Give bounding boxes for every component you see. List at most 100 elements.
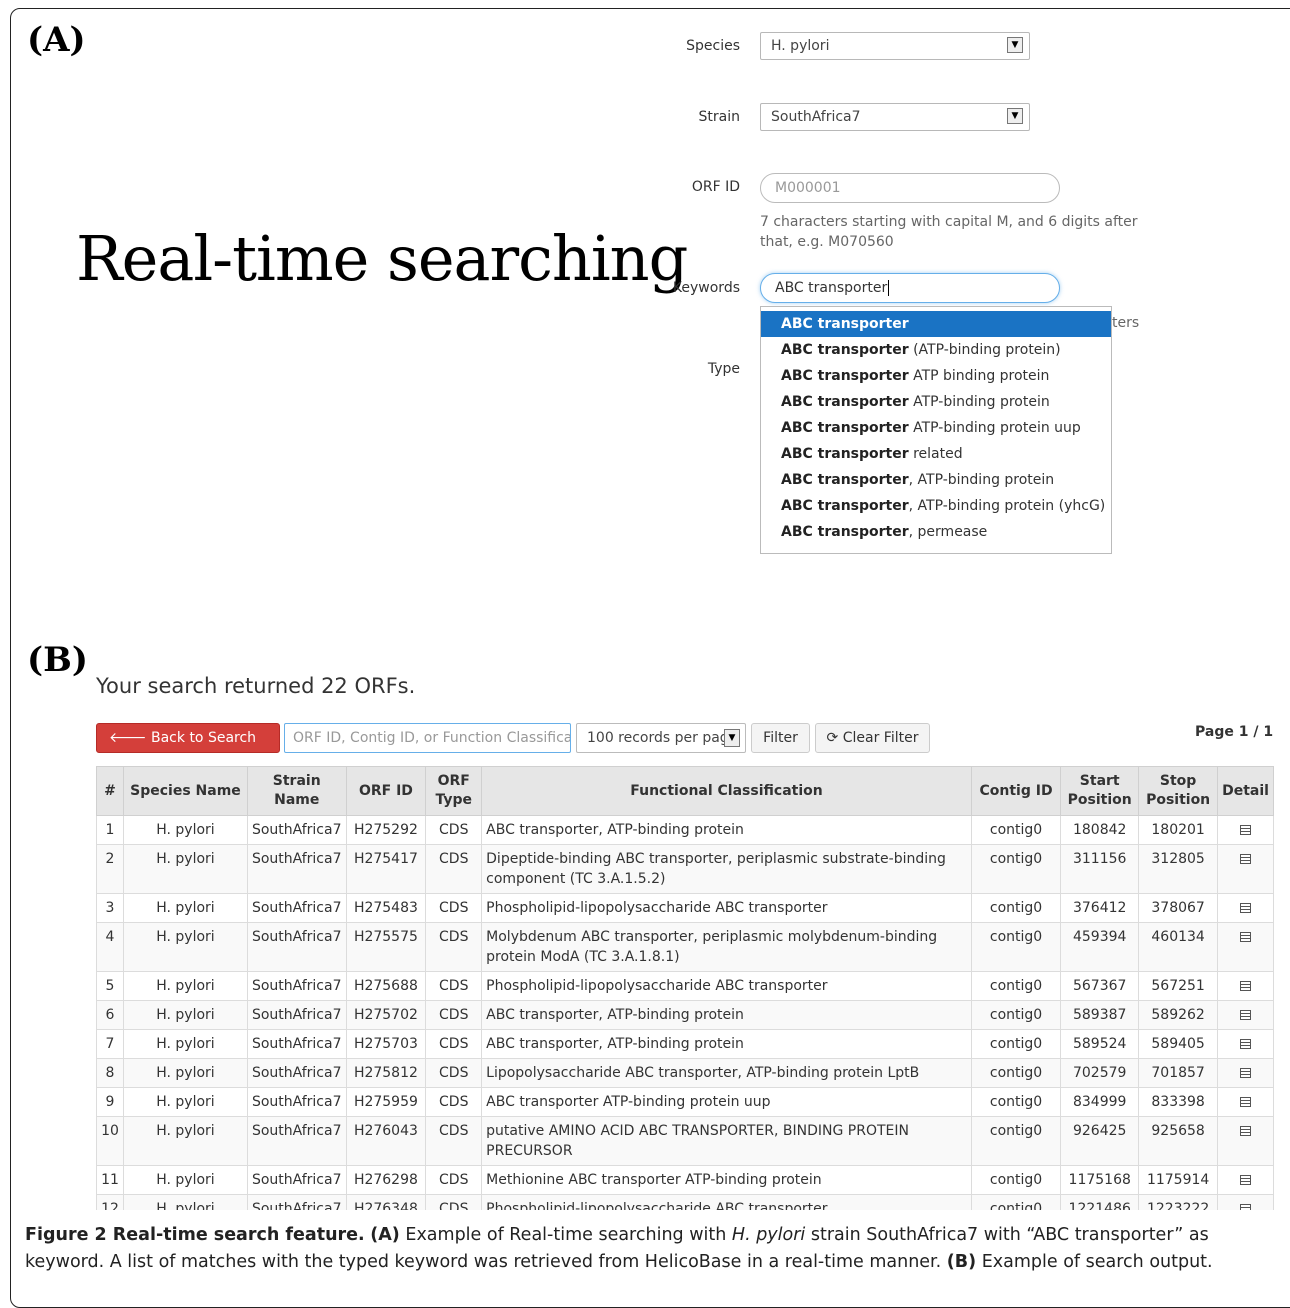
orf-id-cell: H275959 [345,1087,427,1117]
start-cell: 567367 [1060,971,1140,1001]
filter-input[interactable]: ORF ID, Contig ID, or Function Classific… [284,723,571,753]
function-cell: ABC transporter ATP-binding protein uup [481,1087,972,1117]
type-label: Type [707,361,740,377]
autocomplete-rest: ATP-binding protein [908,394,1050,410]
filter-button[interactable]: Filter [751,723,810,753]
species-label: Species [686,38,740,54]
autocomplete-item[interactable]: ABC transporter ATP-binding protein [761,389,1111,415]
detail-cell [1217,1087,1274,1117]
strain-cell: SouthAfrica7 [246,1000,347,1030]
col-detail-header[interactable]: Detail [1217,766,1274,816]
keywords-input[interactable]: ABC transporter [760,273,1060,303]
start-cell: 702579 [1060,1058,1140,1088]
autocomplete-item[interactable]: ABC transporter, permease [761,519,1111,545]
detail-icon[interactable] [1240,1175,1252,1185]
autocomplete-item[interactable]: ABC transporter ATP binding protein [761,363,1111,389]
autocomplete-rest: (ATP-binding protein) [908,342,1061,358]
table-row: 3 H. pylori SouthAfrica7 H275483 CDS Phosphol… [96,893,1274,923]
autocomplete-item[interactable]: ABC transporter [761,311,1111,337]
orf-type-cell: CDS [425,1165,483,1195]
autocomplete-rest: , permease [908,524,988,540]
species-cell: H. pylori [122,922,248,972]
species-cell: H. pylori [122,1116,248,1166]
detail-icon[interactable] [1240,1068,1252,1078]
orf-id-label: ORF ID [691,179,740,195]
strain-cell: SouthAfrica7 [246,1194,347,1210]
contig-cell: contig0 [970,893,1062,923]
orf-type-cell: CDS [425,844,483,894]
row-index: 3 [96,893,124,923]
contig-cell: contig0 [970,1029,1062,1059]
back-to-search-button[interactable]: 🡐 Back to Search Page [96,723,280,774]
autocomplete-rest: ATP binding protein [908,368,1050,384]
detail-icon[interactable] [1240,1204,1252,1210]
col-index-header[interactable]: # [96,766,124,816]
detail-icon[interactable] [1240,825,1252,835]
records-per-page-select[interactable]: 100 records per pag ▼ [576,723,746,753]
autocomplete-item[interactable]: ABC transporter related [761,441,1111,467]
table-row: 5 H. pylori SouthAfrica7 H275688 CDS Phosphol… [96,971,1274,1001]
col-function-header[interactable]: Functional Classification [481,766,972,816]
detail-cell [1217,922,1274,972]
table-row: 12 H. pylori SouthAfrica7 H276348 CDS Phospho… [96,1194,1274,1210]
start-cell: 1175168 [1060,1165,1140,1195]
clear-filter-button[interactable]: ⟳ Clear Filter [815,723,930,753]
orf-type-cell: CDS [425,1000,483,1030]
species-cell: H. pylori [122,844,248,894]
detail-icon[interactable] [1240,1010,1252,1020]
col-orf-id-header[interactable]: ORF ID [345,766,427,816]
strain-select[interactable]: SouthAfrica7 ▼ [760,103,1030,131]
detail-cell [1217,1165,1274,1195]
orf-type-cell: CDS [425,1087,483,1117]
detail-icon[interactable] [1240,854,1252,864]
caption-a-italic: H. pylori [731,1225,806,1245]
row-index: 6 [96,1000,124,1030]
col-species-header[interactable]: Species Name [122,766,248,816]
caption-a-text-1: Example of Real-time searching with [405,1225,732,1245]
detail-icon[interactable] [1240,1097,1252,1107]
autocomplete-match: ABC transporter [781,498,909,514]
function-cell: Lipopolysaccharide ABC transporter, ATP-… [481,1058,972,1088]
detail-icon[interactable] [1240,981,1252,991]
autocomplete-item[interactable]: ABC transporter, ATP-binding protein [761,467,1111,493]
detail-icon[interactable] [1240,1039,1252,1049]
detail-cell [1217,1000,1274,1030]
orf-type-cell: CDS [425,815,483,845]
strain-cell: SouthAfrica7 [246,922,347,972]
start-cell: 589387 [1060,1000,1140,1030]
chevron-down-icon[interactable]: ▼ [1007,37,1023,53]
autocomplete-rest: related [908,446,963,462]
species-cell: H. pylori [122,815,248,845]
col-start-header[interactable]: Start Position [1060,766,1140,816]
function-cell: putative AMINO ACID ABC TRANSPORTER, BIN… [481,1116,972,1166]
strain-cell: SouthAfrica7 [246,844,347,894]
function-cell: Phospholipid-lipopolysaccharide ABC tran… [481,893,972,923]
keywords-input-value: ABC transporter [775,280,888,296]
strain-cell: SouthAfrica7 [246,1029,347,1059]
row-index: 9 [96,1087,124,1117]
autocomplete-item[interactable]: ABC transporter ATP-binding protein uup [761,415,1111,441]
species-select[interactable]: H. pylori ▼ [760,32,1030,60]
col-contig-header[interactable]: Contig ID [970,766,1062,816]
figure-content: (A) Real-time searching Species H. pylor… [0,0,1290,1210]
strain-cell: SouthAfrica7 [246,971,347,1001]
row-index: 7 [96,1029,124,1059]
detail-icon[interactable] [1240,932,1252,942]
col-orf-type-header[interactable]: ORF Type [425,766,483,816]
row-index: 10 [96,1116,124,1166]
col-strain-header[interactable]: Strain Name [246,766,347,816]
detail-icon[interactable] [1240,903,1252,913]
start-cell: 180842 [1060,815,1140,845]
strain-cell: SouthAfrica7 [246,1165,347,1195]
detail-cell [1217,1029,1274,1059]
autocomplete-item[interactable]: ABC transporter, ATP-binding protein (yh… [761,493,1111,519]
chevron-down-icon[interactable]: ▼ [1007,108,1023,124]
orf-id-input[interactable]: M000001 [760,173,1060,203]
autocomplete-match: ABC transporter [781,420,909,436]
autocomplete-item[interactable]: ABC transporter (ATP-binding protein) [761,337,1111,363]
detail-icon[interactable] [1240,1126,1252,1136]
col-stop-header[interactable]: Stop Position [1138,766,1219,816]
text-cursor [888,280,890,296]
chevron-down-icon[interactable]: ▼ [724,729,740,747]
panel-a-headline: Real-time searching [76,222,688,295]
